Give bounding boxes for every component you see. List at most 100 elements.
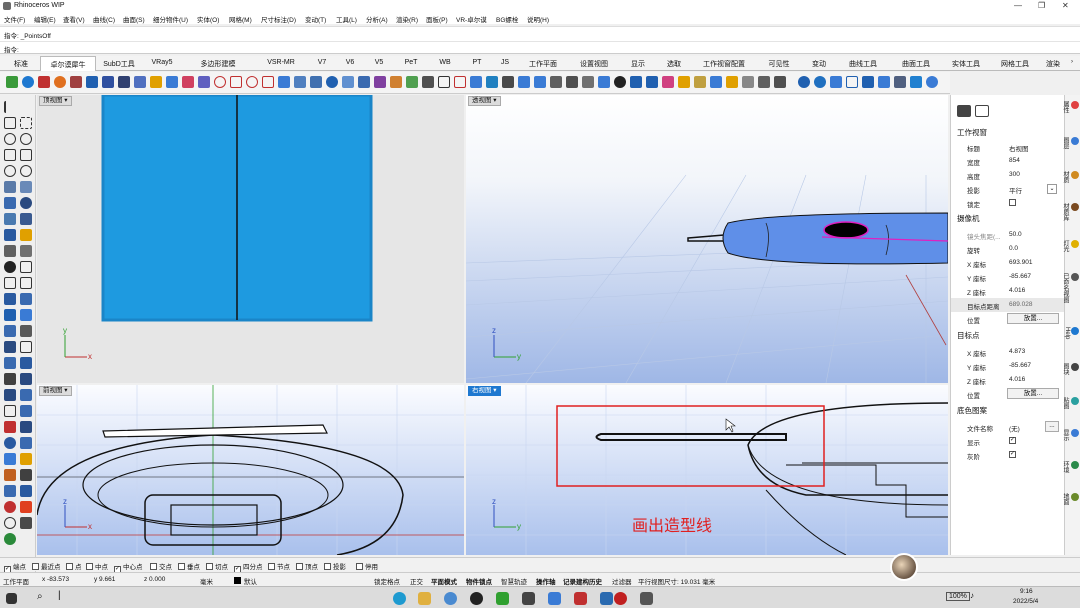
spiral-tool-icon[interactable]	[4, 517, 16, 529]
tab-display[interactable]: 显示	[620, 56, 656, 71]
app-icon[interactable]	[522, 592, 535, 605]
tool-surface-icon[interactable]	[166, 76, 178, 88]
tool-cap-icon[interactable]	[630, 76, 642, 88]
polygon-icon[interactable]	[4, 149, 16, 161]
tool-join-icon[interactable]	[582, 76, 594, 88]
tool-brush-icon[interactable]	[694, 76, 706, 88]
side-tab-materials[interactable]: 材质	[1062, 171, 1079, 183]
box-solid-icon[interactable]	[4, 197, 16, 209]
gumball-tool-icon[interactable]	[4, 421, 16, 433]
command-input[interactable]: 指令:	[0, 41, 1080, 54]
tool-pan-icon[interactable]	[830, 76, 842, 88]
tab-transform[interactable]: 变动	[802, 56, 836, 71]
tab-v6[interactable]: V6	[336, 56, 364, 71]
app-3-icon[interactable]	[574, 592, 587, 605]
point-tool-icon[interactable]	[4, 261, 16, 273]
tool-boolean-icon[interactable]	[662, 76, 674, 88]
chrome-icon[interactable]	[444, 592, 457, 605]
tool-view-icon[interactable]	[798, 76, 810, 88]
cage-tool-icon[interactable]	[20, 421, 32, 433]
select-arrow-icon[interactable]	[4, 101, 16, 113]
tool-circle-icon[interactable]	[214, 76, 226, 88]
camera-x-value[interactable]: 693.901	[1009, 259, 1033, 266]
osnap-int[interactable]: 交点	[150, 561, 172, 571]
tab-cplane[interactable]: 工作平面	[518, 56, 568, 71]
side-tab-material-library[interactable]: 材质库	[1062, 203, 1079, 221]
tool-pencil-icon[interactable]	[150, 76, 162, 88]
tab-select[interactable]: 选取	[656, 56, 692, 71]
osnap-disable[interactable]: 停用	[356, 561, 378, 571]
lens-value[interactable]: 50.0	[1009, 231, 1022, 238]
app-4-icon[interactable]	[600, 592, 613, 605]
group-icon[interactable]	[4, 325, 16, 337]
join-tool-icon[interactable]	[4, 309, 16, 321]
gmail-icon[interactable]	[20, 501, 32, 513]
wechat-icon[interactable]	[496, 592, 509, 605]
tool-rendered-icon[interactable]	[910, 76, 922, 88]
status-layer[interactable]: 默认	[244, 576, 257, 586]
toggle-gumball[interactable]: 操作轴	[536, 576, 556, 586]
side-tab-display[interactable]: 显示	[1062, 429, 1079, 441]
camera-y-value[interactable]: -85.667	[1009, 273, 1031, 280]
tab-vsr-mr[interactable]: VSR-MR	[254, 56, 308, 71]
tool-dim-icon[interactable]	[742, 76, 754, 88]
env-tool-icon[interactable]	[4, 533, 16, 545]
tool-shape-icon[interactable]	[118, 76, 130, 88]
plane-surface-icon[interactable]	[4, 181, 16, 193]
boolean-union-icon[interactable]	[20, 213, 32, 225]
tool-scale-icon[interactable]	[502, 76, 514, 88]
clock-time[interactable]: 9:16	[1020, 588, 1033, 595]
tab-pet[interactable]: PeT	[394, 56, 428, 71]
menu-mesh[interactable]: 网格(M)	[229, 14, 252, 24]
orient-tool-icon[interactable]	[4, 437, 16, 449]
chevron-down-icon[interactable]: ⌄	[1047, 184, 1057, 194]
tool-extrude-icon[interactable]	[278, 76, 290, 88]
tool-blend-icon[interactable]	[374, 76, 386, 88]
tool-shaded-icon[interactable]	[878, 76, 890, 88]
menu-solid[interactable]: 实体(O)	[197, 14, 219, 24]
dimension-icon[interactable]	[4, 245, 16, 257]
camera-icon[interactable]	[957, 105, 971, 117]
viewport-perspective-label[interactable]: 透视图 ▾	[468, 96, 501, 106]
check-icon[interactable]	[20, 341, 32, 353]
menu-curve[interactable]: 曲线(C)	[93, 14, 115, 24]
menu-subd[interactable]: 细分物件(U)	[153, 14, 188, 24]
tool-project-icon[interactable]	[710, 76, 722, 88]
render-tool-icon[interactable]	[4, 373, 16, 385]
tool-square-icon[interactable]	[230, 76, 242, 88]
curve-from-object-icon[interactable]	[20, 261, 32, 273]
toggle-grid-snap[interactable]: 锁定格点	[374, 576, 400, 586]
polyline-icon[interactable]	[4, 117, 16, 129]
app-2-icon[interactable]	[548, 592, 561, 605]
array-tool-icon[interactable]	[20, 325, 32, 337]
camera-place-button[interactable]: 放置...	[1007, 313, 1059, 324]
side-tab-textures[interactable]: 贴图	[1062, 397, 1079, 409]
tool-trim-icon[interactable]	[566, 76, 578, 88]
tool-zoom-icon[interactable]	[814, 76, 826, 88]
rhino-task-icon[interactable]	[640, 592, 653, 605]
battery-indicator[interactable]: 100%	[946, 592, 970, 601]
distance-icon[interactable]	[20, 357, 32, 369]
snap-tool-icon[interactable]	[4, 453, 16, 465]
osnap-vertex[interactable]: 顶点	[296, 561, 318, 571]
osnap-point[interactable]: 点	[66, 561, 82, 571]
tab-js[interactable]: JS	[492, 56, 518, 71]
tab-subd[interactable]: SubD工具	[96, 56, 142, 71]
split-tool-icon[interactable]	[20, 293, 32, 305]
qq-icon[interactable]	[470, 592, 483, 605]
tool-network-icon[interactable]	[358, 76, 370, 88]
target-x-value[interactable]: 4.873	[1009, 348, 1025, 355]
tool-sweep-icon[interactable]	[310, 76, 322, 88]
menu-bg[interactable]: BG螺栓	[496, 14, 518, 24]
menu-help[interactable]: 说明(H)	[527, 14, 549, 24]
show-checkbox[interactable]: ✓	[1009, 437, 1016, 444]
light-spot-icon[interactable]	[20, 229, 32, 241]
tool-material-icon[interactable]	[70, 76, 82, 88]
tool-frame-icon[interactable]	[846, 76, 858, 88]
side-tab-ground[interactable]: 地面	[1062, 493, 1079, 505]
title-value[interactable]: 右视图	[1009, 143, 1029, 153]
tab-visibility[interactable]: 可见性	[756, 56, 802, 71]
tab-render[interactable]: 渲染	[1040, 56, 1066, 71]
circle-icon[interactable]	[4, 133, 16, 145]
extrude-curve-icon[interactable]	[20, 181, 32, 193]
